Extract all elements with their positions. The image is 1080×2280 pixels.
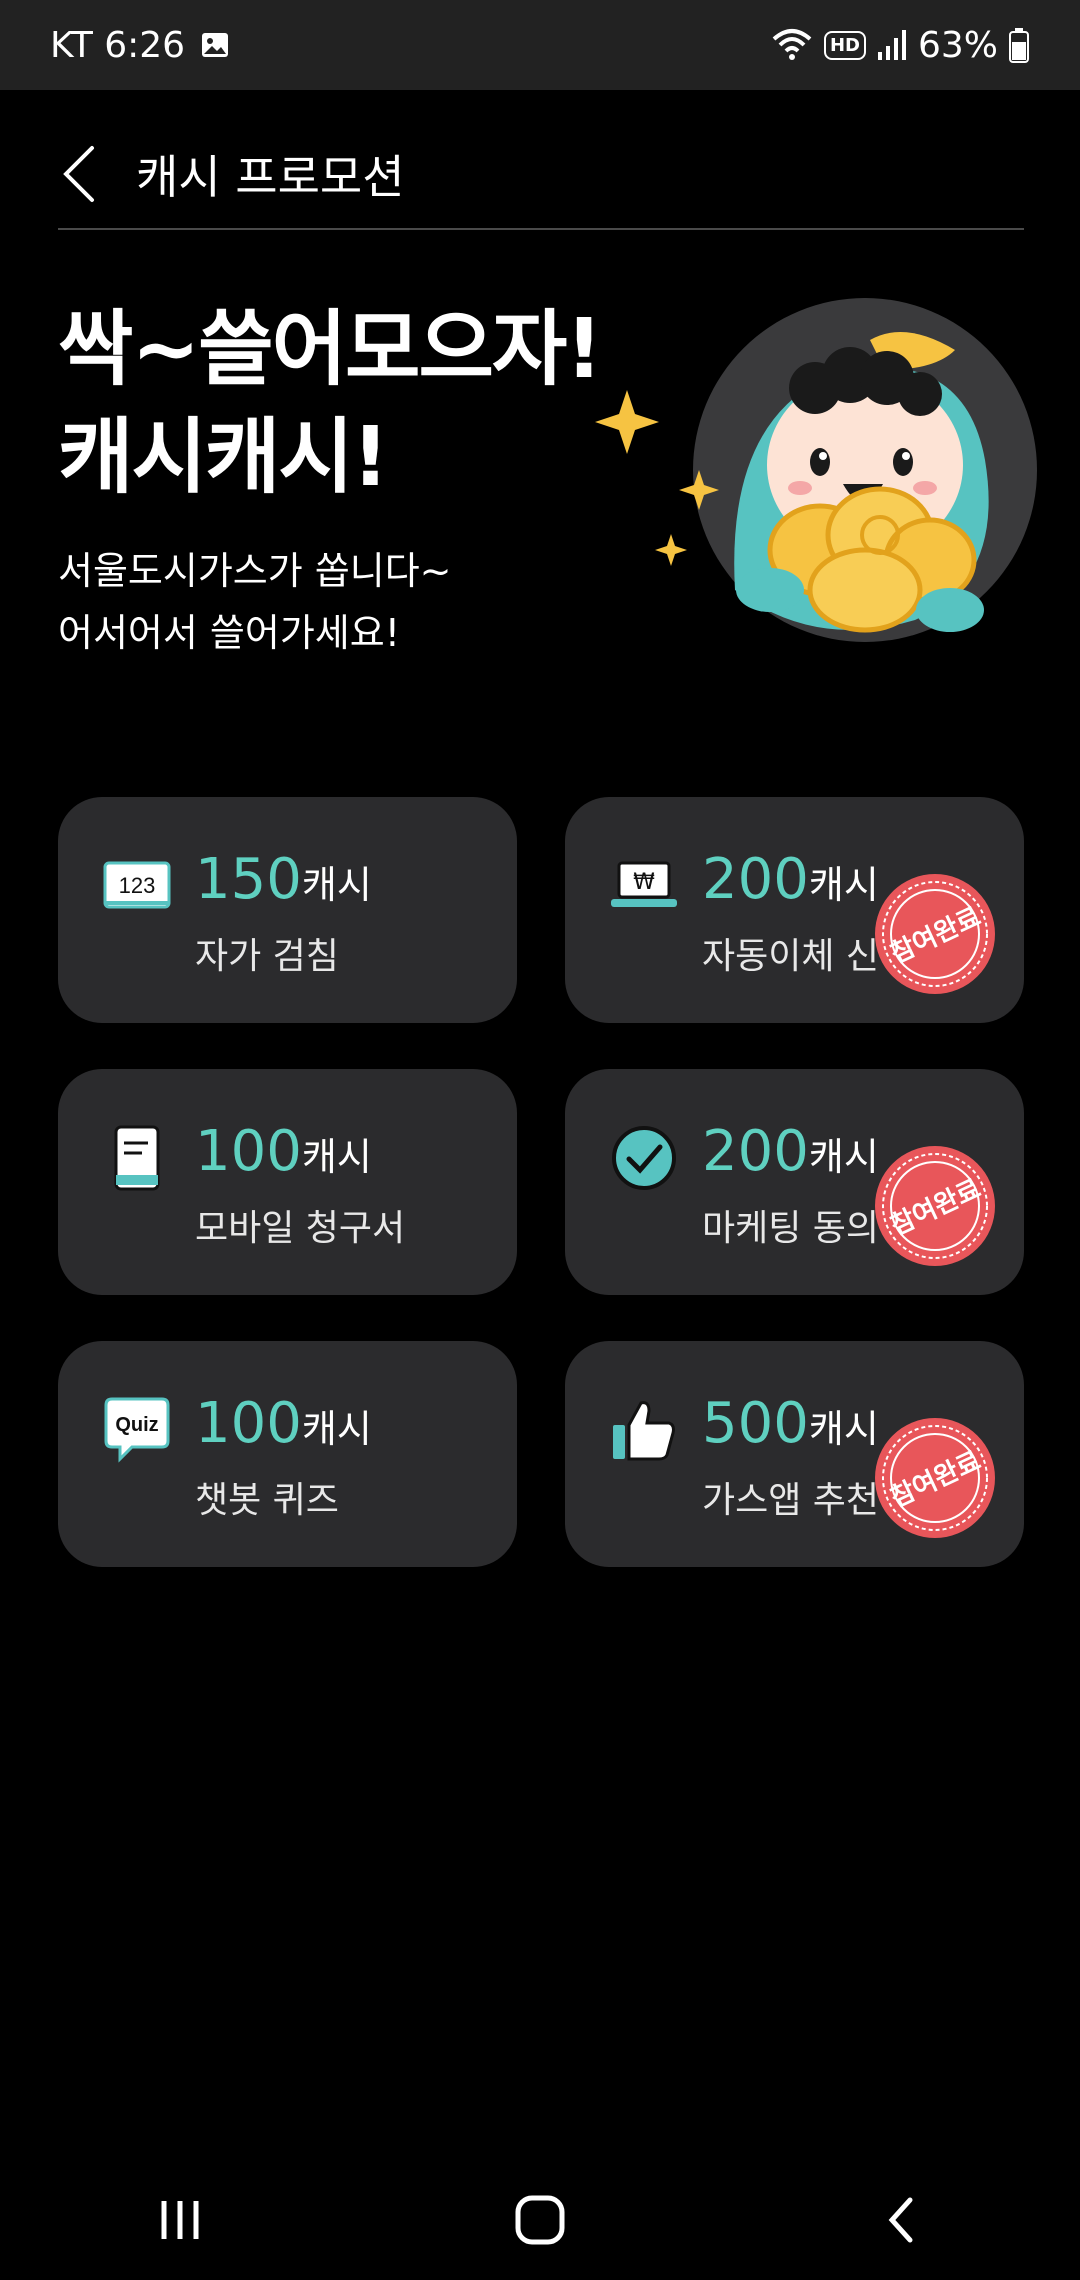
promo-label: 챗봇 퀴즈	[195, 1480, 339, 1521]
hd-icon: HD	[823, 30, 866, 60]
mobile-bill-icon	[114, 1125, 160, 1191]
promo-label: 모바일 청구서	[195, 1208, 406, 1249]
home-icon	[515, 2195, 565, 2245]
sparkle-icon	[655, 534, 687, 566]
mascot-illustration	[595, 298, 1037, 642]
completed-stamp: 참여완료	[875, 1146, 995, 1266]
hero-title: 싹~쓸어모으자! 캐시캐시!	[58, 296, 603, 512]
promo-amount: 150캐시	[195, 847, 372, 912]
meter-123-icon: 123	[103, 861, 171, 909]
image-icon	[202, 33, 229, 57]
completed-stamp: 참여완료	[875, 1418, 995, 1538]
nav-back-button[interactable]	[840, 2180, 960, 2260]
page-title: 캐시 프로모션	[136, 150, 405, 204]
battery-percent: 63%	[917, 24, 998, 66]
quiz-bubble-icon: Quiz	[104, 1397, 170, 1463]
back-icon	[888, 2197, 913, 2243]
back-button[interactable]	[58, 139, 118, 209]
svg-text:123: 123	[119, 873, 156, 898]
sparkle-icon	[595, 390, 659, 454]
app-header: 캐시 프로모션	[58, 120, 1024, 230]
recent-apps-icon	[161, 2201, 199, 2239]
hero-subtitle-line1: 서울도시가스가 쏩니다~	[58, 549, 452, 593]
promotion-grid: 123 150캐시 자가 검침 ₩ 200캐시 자동이체 신청 참여완료 100…	[58, 797, 1024, 1567]
promo-card-auto-transfer[interactable]: ₩ 200캐시 자동이체 신청 참여완료	[565, 797, 1024, 1023]
status-bar: KT 6:26 HD 63%	[0, 0, 1080, 90]
completed-stamp: 참여완료	[875, 874, 995, 994]
battery-icon	[1009, 28, 1029, 63]
promo-label: 가스앱 추천	[702, 1480, 880, 1521]
hero-title-line2: 캐시캐시!	[58, 410, 389, 505]
home-button[interactable]	[480, 2180, 600, 2260]
promo-card-chatbot-quiz[interactable]: Quiz 100캐시 챗봇 퀴즈	[58, 1341, 517, 1567]
hero-subtitle: 서울도시가스가 쏩니다~ 어서어서 쓸어가세요!	[58, 540, 452, 664]
promo-card-marketing-consent[interactable]: 200캐시 마케팅 동의 참여완료	[565, 1069, 1024, 1295]
hero-subtitle-line2: 어서어서 쓸어가세요!	[58, 611, 400, 655]
wifi-icon	[772, 29, 812, 60]
system-nav-bar	[0, 2160, 1080, 2280]
promo-card-mobile-bill[interactable]: 100캐시 모바일 청구서	[58, 1069, 517, 1295]
promo-amount: 100캐시	[195, 1119, 372, 1184]
promo-label: 마케팅 동의	[702, 1208, 880, 1249]
signal-icon	[877, 30, 906, 60]
hero-title-line1: 싹~쓸어모으자!	[58, 302, 603, 397]
check-circle-icon	[612, 1126, 676, 1190]
carrier-time: KT 6:26	[50, 24, 186, 66]
promo-amount: 200캐시	[702, 1119, 879, 1184]
recent-apps-button[interactable]	[120, 2180, 240, 2260]
laptop-won-icon: ₩	[611, 861, 677, 907]
promo-amount: 200캐시	[702, 847, 879, 912]
promo-amount: 500캐시	[702, 1391, 879, 1456]
thumbs-up-icon	[613, 1401, 675, 1461]
chevron-left-icon	[63, 146, 94, 202]
promo-label: 자가 검침	[195, 936, 339, 977]
svg-text:₩: ₩	[633, 870, 655, 895]
promo-card-app-recommend[interactable]: 500캐시 가스앱 추천 참여완료	[565, 1341, 1024, 1567]
svg-text:Quiz: Quiz	[115, 1414, 158, 1436]
promo-amount: 100캐시	[195, 1391, 372, 1456]
promo-card-self-meter[interactable]: 123 150캐시 자가 검침	[58, 797, 517, 1023]
